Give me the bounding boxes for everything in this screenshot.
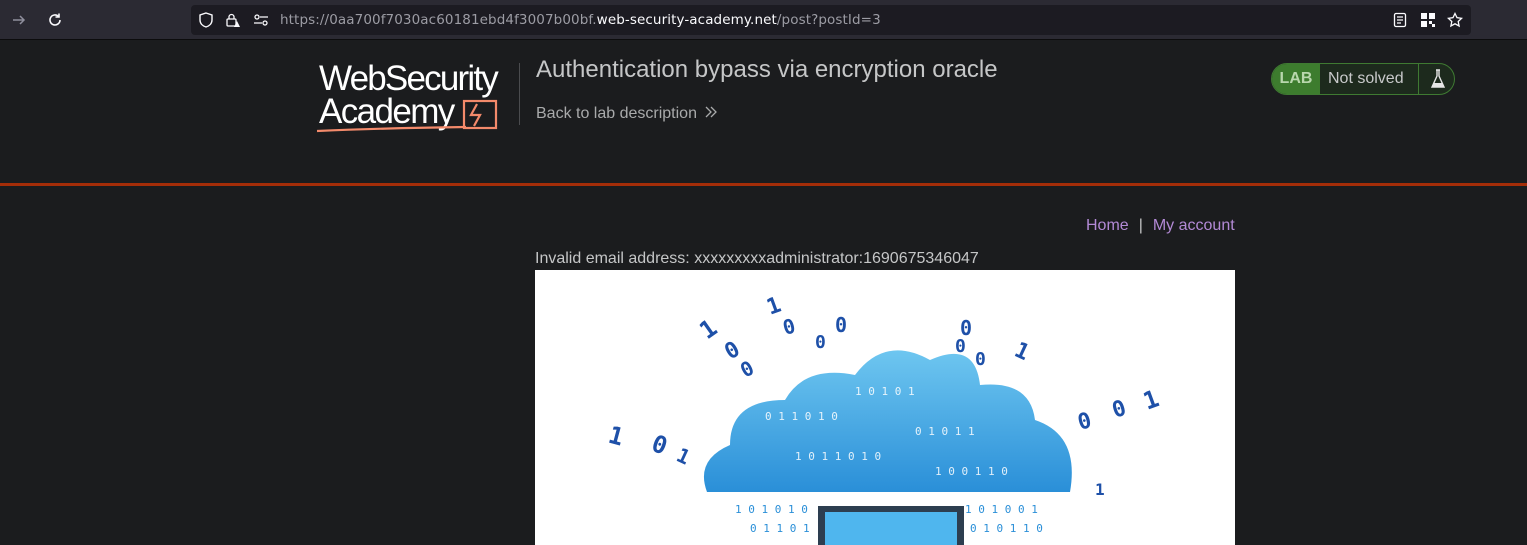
reader-view-icon[interactable] (1392, 12, 1408, 28)
svg-text:0: 0 (835, 313, 847, 337)
browser-toolbar: https://0aa700f7030ac60181ebd4f3007b00bf… (0, 0, 1527, 40)
svg-text:0: 0 (955, 336, 966, 357)
svg-text:0 1 0 1 1 0: 0 1 0 1 1 0 (970, 522, 1043, 535)
svg-text:0: 0 (780, 314, 798, 340)
svg-text:0: 0 (1109, 396, 1129, 424)
svg-text:1 0 1 1 0 1 0: 1 0 1 1 0 1 0 (795, 450, 881, 463)
logo-graphic (316, 99, 498, 133)
notification-message: Invalid email address: xxxxxxxxxadminist… (535, 250, 979, 267)
svg-text:0: 0 (975, 349, 986, 370)
lab-badge: LAB (1272, 64, 1320, 94)
svg-text:1: 1 (673, 443, 694, 470)
svg-text:1: 1 (694, 314, 722, 345)
cloud-binary-illustration: 1 0 1 1 0 0 1 0 0 0 0 0 0 1 0 0 1 1 0 1 … (605, 293, 1163, 545)
my-account-link[interactable]: My account (1153, 217, 1235, 234)
svg-text:1: 1 (605, 421, 626, 452)
top-nav: Home | My account (1086, 217, 1235, 235)
svg-text:0 1 1 0 1: 0 1 1 0 1 (750, 522, 810, 535)
nav-separator: | (1138, 217, 1143, 234)
svg-text:1 0 1 0 0 1: 1 0 1 0 0 1 (965, 503, 1038, 516)
lab-header: WebSecurity Academy Authentication bypas… (0, 41, 1527, 183)
permissions-icon[interactable] (253, 12, 269, 28)
svg-text:0 1 0 1 1: 0 1 0 1 1 (915, 425, 975, 438)
double-chevron-right-icon[interactable] (704, 105, 718, 123)
bookmark-star-icon[interactable] (1447, 12, 1463, 28)
insecure-lock-icon[interactable] (225, 12, 241, 28)
svg-text:1: 1 (1010, 338, 1033, 366)
address-bar[interactable]: https://0aa700f7030ac60181ebd4f3007b00bf… (191, 5, 1471, 35)
shield-icon[interactable] (198, 12, 214, 28)
svg-text:1 0 1 0 1 0: 1 0 1 0 1 0 (735, 503, 808, 516)
header-divider (0, 183, 1527, 186)
svg-text:0: 0 (648, 429, 671, 460)
svg-text:0: 0 (736, 356, 758, 383)
url-text[interactable]: https://0aa700f7030ac60181ebd4f3007b00bf… (280, 12, 881, 28)
web-security-academy-logo[interactable]: WebSecurity Academy (316, 61, 521, 133)
lab-status-widget: LAB Not solved (1271, 63, 1455, 95)
svg-text:0: 0 (1075, 408, 1094, 436)
svg-text:1 0 0 1 1 0: 1 0 0 1 1 0 (935, 465, 1008, 478)
back-to-lab-description-link[interactable]: Back to lab description (536, 105, 697, 123)
svg-text:1: 1 (1095, 480, 1105, 499)
qr-code-icon[interactable] (1420, 12, 1436, 28)
home-link[interactable]: Home (1086, 217, 1129, 234)
forward-icon[interactable] (7, 8, 31, 32)
post-image: 1 0 1 1 0 0 1 0 0 0 0 0 0 1 0 0 1 1 0 1 … (535, 270, 1235, 545)
svg-text:0 1 1 0 1 0: 0 1 1 0 1 0 (765, 410, 838, 423)
svg-text:1 0 1 0 1: 1 0 1 0 1 (855, 385, 915, 398)
lab-title: Authentication bypass via encryption ora… (536, 56, 998, 83)
svg-text:0: 0 (815, 332, 826, 353)
svg-text:1: 1 (1139, 384, 1162, 415)
logo-divider (519, 63, 520, 125)
reload-icon[interactable] (43, 8, 67, 32)
lab-status-text: Not solved (1328, 70, 1404, 87)
flask-icon[interactable] (1418, 64, 1454, 94)
